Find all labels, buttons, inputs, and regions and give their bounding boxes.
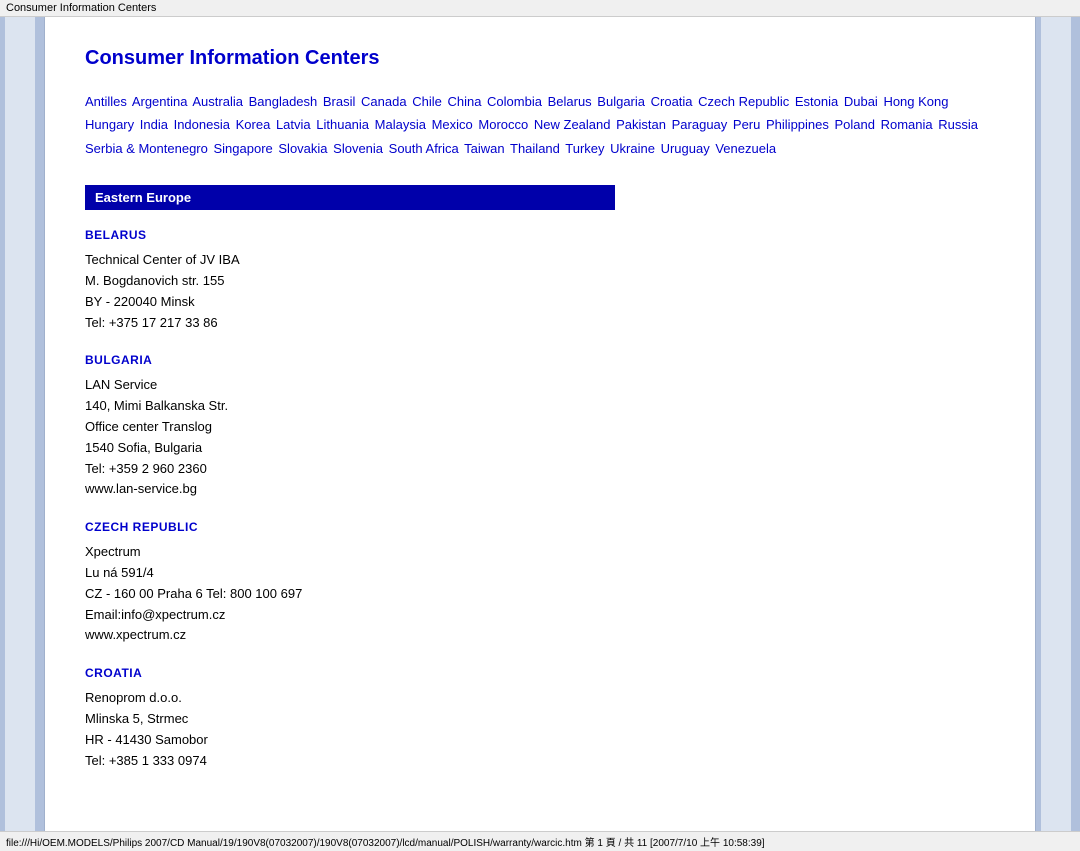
country-link-new-zealand[interactable]: New Zealand [534, 117, 611, 132]
section-belarus: BELARUS Technical Center of JV IBAM. Bogd… [85, 228, 995, 333]
info-line: HR - 41430 Samobor [85, 730, 995, 751]
section-heading-croatia: CROATIA [85, 666, 995, 680]
country-link-australia[interactable]: Australia [192, 94, 243, 109]
country-link-paraguay[interactable]: Paraguay [672, 117, 728, 132]
info-line: 1540 Sofia, Bulgaria [85, 438, 995, 459]
country-link-estonia[interactable]: Estonia [795, 94, 838, 109]
country-link-venezuela[interactable]: Venezuela [715, 141, 776, 156]
info-line: LAN Service [85, 375, 995, 396]
info-line: M. Bogdanovich str. 155 [85, 271, 995, 292]
country-link-slovakia[interactable]: Slovakia [278, 141, 327, 156]
section-czech-republic: CZECH REPUBLIC XpectrumLu ná 591/4CZ - 16… [85, 520, 995, 646]
info-line: Email:info@xpectrum.cz [85, 605, 995, 626]
info-line: 140, Mimi Balkanska Str. [85, 396, 995, 417]
country-link-philippines[interactable]: Philippines [766, 117, 829, 132]
country-link-hungary[interactable]: Hungary [85, 117, 134, 132]
country-link-korea[interactable]: Korea [236, 117, 271, 132]
info-line: Tel: +359 2 960 2360 [85, 459, 995, 480]
bottom-bar-text: file:///Hi/OEM.MODELS/Philips 2007/CD Ma… [6, 838, 765, 849]
page-title: Consumer Information Centers [85, 47, 995, 70]
info-line: Lu ná 591/4 [85, 563, 995, 584]
country-link-latvia[interactable]: Latvia [276, 117, 311, 132]
info-line: Renoprom d.o.o. [85, 688, 995, 709]
country-link-serbia-&-montenegro[interactable]: Serbia & Montenegro [85, 141, 208, 156]
country-link-chile[interactable]: Chile [412, 94, 442, 109]
country-link-bulgaria[interactable]: Bulgaria [597, 94, 645, 109]
country-link-india[interactable]: India [140, 117, 168, 132]
section-info-czech-republic: XpectrumLu ná 591/4CZ - 160 00 Praha 6 T… [85, 542, 995, 646]
section-croatia: CROATIA Renoprom d.o.o.Mlinska 5, StrmecH… [85, 666, 995, 771]
country-link-brasil[interactable]: Brasil [323, 94, 356, 109]
info-line: Technical Center of JV IBA [85, 250, 995, 271]
info-line: Tel: +375 17 217 33 86 [85, 313, 995, 334]
section-heading-bulgaria: BULGARIA [85, 353, 995, 367]
country-link-malaysia[interactable]: Malaysia [375, 117, 426, 132]
section-bulgaria: BULGARIA LAN Service140, Mimi Balkanska S… [85, 353, 995, 500]
info-line: Xpectrum [85, 542, 995, 563]
country-link-belarus[interactable]: Belarus [548, 94, 592, 109]
country-link-colombia[interactable]: Colombia [487, 94, 542, 109]
info-line: www.xpectrum.cz [85, 625, 995, 646]
section-info-bulgaria: LAN Service140, Mimi Balkanska Str.Offic… [85, 375, 995, 500]
country-link-slovenia[interactable]: Slovenia [333, 141, 383, 156]
country-link-dubai[interactable]: Dubai [844, 94, 878, 109]
country-link-antilles[interactable]: Antilles [85, 94, 127, 109]
section-info-croatia: Renoprom d.o.o.Mlinska 5, StrmecHR - 414… [85, 688, 995, 771]
info-line: www.lan-service.bg [85, 479, 995, 500]
info-line: Mlinska 5, Strmec [85, 709, 995, 730]
country-link-peru[interactable]: Peru [733, 117, 760, 132]
country-link-uruguay[interactable]: Uruguay [661, 141, 710, 156]
country-link-hong-kong[interactable]: Hong Kong [883, 94, 948, 109]
country-link-china[interactable]: China [447, 94, 481, 109]
country-link-poland[interactable]: Poland [835, 117, 875, 132]
section-info-belarus: Technical Center of JV IBAM. Bogdanovich… [85, 250, 995, 333]
country-link-lithuania[interactable]: Lithuania [316, 117, 369, 132]
country-link-indonesia[interactable]: Indonesia [174, 117, 230, 132]
country-link-south-africa[interactable]: South Africa [389, 141, 459, 156]
country-link-canada[interactable]: Canada [361, 94, 407, 109]
country-link-croatia[interactable]: Croatia [651, 94, 693, 109]
country-link-ukraine[interactable]: Ukraine [610, 141, 655, 156]
section-heading-belarus: BELARUS [85, 228, 995, 242]
country-link-bangladesh[interactable]: Bangladesh [249, 94, 318, 109]
country-link-turkey[interactable]: Turkey [565, 141, 604, 156]
title-bar-text: Consumer Information Centers [6, 2, 156, 14]
main-content: Consumer Information Centers Antilles Ar… [45, 17, 1035, 831]
country-links: Antilles Argentina Australia Bangladesh … [85, 90, 995, 160]
right-panel-inner [1041, 17, 1071, 831]
section-header: Eastern Europe [85, 185, 615, 210]
country-link-taiwan[interactable]: Taiwan [464, 141, 504, 156]
left-panel [0, 17, 45, 831]
country-link-argentina[interactable]: Argentina [132, 94, 188, 109]
info-line: CZ - 160 00 Praha 6 Tel: 800 100 697 [85, 584, 995, 605]
title-bar: Consumer Information Centers [0, 0, 1080, 17]
info-line: Office center Translog [85, 417, 995, 438]
country-link-pakistan[interactable]: Pakistan [616, 117, 666, 132]
country-link-russia[interactable]: Russia [938, 117, 978, 132]
info-line: Tel: +385 1 333 0974 [85, 751, 995, 772]
country-link-czech-republic[interactable]: Czech Republic [698, 94, 789, 109]
bottom-bar: file:///Hi/OEM.MODELS/Philips 2007/CD Ma… [0, 831, 1080, 851]
right-panel [1035, 17, 1080, 831]
info-line: BY - 220040 Minsk [85, 292, 995, 313]
country-link-thailand[interactable]: Thailand [510, 141, 560, 156]
country-link-morocco[interactable]: Morocco [478, 117, 528, 132]
country-link-romania[interactable]: Romania [881, 117, 933, 132]
country-link-mexico[interactable]: Mexico [432, 117, 473, 132]
country-link-singapore[interactable]: Singapore [213, 141, 272, 156]
section-heading-czech-republic: CZECH REPUBLIC [85, 520, 995, 534]
sections-container: BELARUS Technical Center of JV IBAM. Bogd… [85, 228, 995, 771]
left-panel-inner [5, 17, 35, 831]
